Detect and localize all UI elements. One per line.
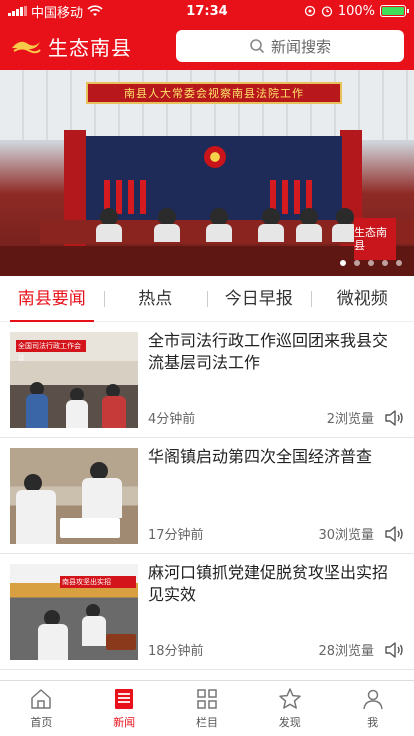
person-icon [362,689,383,710]
status-time: 17:34 [186,3,228,19]
logo-icon [12,41,41,54]
banner-carousel[interactable]: 南县人大常委会视察南县法院工作 生态南县 [0,70,414,276]
news-meta: 17分钟前 30浏览量 [148,524,404,543]
carousel-dots [340,260,402,266]
tab-morning-report[interactable]: 今日早报 [207,276,311,322]
carousel-dot[interactable] [396,260,402,266]
grid-icon [197,689,217,709]
tabbar-label: 首页 [30,716,53,729]
status-bar: 中国移动 17:34 100% [0,0,414,22]
news-title[interactable]: 华阁镇启动第四次全国经济普查 [148,446,400,468]
search-icon [250,39,265,54]
list-item[interactable]: 全国司法行政工作会议 全市司法行政工作巡回团来我县交流基层司法工作 4分钟前 2… [0,322,414,438]
thumbnail-figure-body [26,394,48,428]
wifi-icon [87,5,103,16]
bottom-tab-bar: 首页 新闻 栏目 发现 我 [0,680,414,736]
thumbnail-banner: 南县攻坚出实招 [60,576,136,588]
news-thumbnail: 南县攻坚出实招 [10,564,138,660]
banner-person-body [154,224,180,242]
news-list: 全国司法行政工作会议 全市司法行政工作巡回团来我县交流基层司法工作 4分钟前 2… [0,322,414,670]
banner-sign: 南县人大常委会视察南县法院工作 [86,82,342,104]
tabbar-home[interactable]: 首页 [0,681,83,736]
thumbnail-table [106,634,136,650]
news-meta: 4分钟前 2浏览量 [148,408,404,427]
tabbar-columns[interactable]: 栏目 [166,681,249,736]
speaker-icon[interactable] [384,641,404,659]
news-views: 28浏览量 [318,644,374,659]
search-input[interactable]: 新闻搜索 [176,30,404,62]
search-placeholder: 新闻搜索 [270,37,331,56]
carousel-dot[interactable] [368,260,374,266]
carousel-dot[interactable] [382,260,388,266]
news-views: 30浏览量 [318,528,374,543]
tabbar-label: 新闻 [113,716,136,729]
status-right: 100% [304,3,409,19]
flag-icon [282,180,288,214]
news-title[interactable]: 全市司法行政工作巡回团来我县交流基层司法工作 [148,330,400,374]
news-thumbnail [10,448,138,544]
tabbar-label: 发现 [278,716,301,729]
thumbnail-figure-body [82,616,106,646]
home-icon [31,689,52,709]
app-title: 生态南县 [48,35,132,60]
tabbar-me[interactable]: 我 [331,681,414,736]
news-time: 4分钟前 [148,412,196,427]
location-icon [304,5,315,17]
news-thumbnail: 全国司法行政工作会议 [10,332,138,428]
category-tabs: 南县要闻 热点 今日早报 微视频 [0,276,414,322]
carousel-dot[interactable] [340,260,346,266]
news-time: 17分钟前 [148,528,204,543]
flag-icon [294,180,300,214]
app-header: 生态南县 新闻搜索 [0,22,414,70]
thumbnail-figure-body [102,396,126,428]
list-item[interactable]: 南县攻坚出实招 麻河口镇抓党建促脱贫攻坚出实招见实效 18分钟前 28浏览量 [0,554,414,670]
carrier-label: 中国移动 [31,5,84,21]
news-icon [115,689,134,709]
news-title[interactable]: 麻河口镇抓党建促脱贫攻坚出实招见实效 [148,562,400,606]
speaker-icon[interactable] [384,409,404,427]
tabbar-label: 栏目 [195,716,218,729]
banner-person-body [296,224,322,242]
battery-icon [380,5,409,17]
banner-person-body [96,224,122,242]
banner-stamp: 生态南县 [354,218,396,260]
news-views: 2浏览量 [326,412,374,427]
news-meta: 18分钟前 28浏览量 [148,640,404,659]
thumbnail-banner: 全国司法行政工作会议 [16,340,86,362]
flag-icon [128,180,134,214]
thumbnail-figure-body [38,624,68,660]
thumbnail-figure-body [16,490,56,544]
list-item[interactable]: 华阁镇启动第四次全国经济普查 17分钟前 30浏览量 [0,438,414,554]
alarm-icon [321,6,332,17]
status-left: 中国移动 [8,2,103,21]
flag-icon [140,180,146,214]
tabbar-label: 我 [367,716,379,729]
battery-percent: 100% [337,3,375,19]
tab-hot[interactable]: 热点 [103,276,208,322]
carousel-dot[interactable] [354,260,360,266]
banner-person-body [206,224,232,242]
emblem-icon [204,146,226,168]
thumbnail-figure-body [82,478,122,518]
flag-icon [116,180,122,214]
tabbar-discover[interactable]: 发现 [248,681,331,736]
signal-icon [8,6,27,16]
star-icon [279,688,301,709]
tab-nanxian-news[interactable]: 南县要闻 [0,276,104,322]
tabbar-news[interactable]: 新闻 [83,681,166,736]
app-logo: 生态南县 [10,32,132,61]
speaker-icon[interactable] [384,525,404,543]
thumbnail-paper [60,518,120,538]
thumbnail-figure-body [66,400,88,428]
news-time: 18分钟前 [148,644,204,659]
banner-person-body [258,224,284,242]
tab-micro-video[interactable]: 微视频 [310,276,414,322]
